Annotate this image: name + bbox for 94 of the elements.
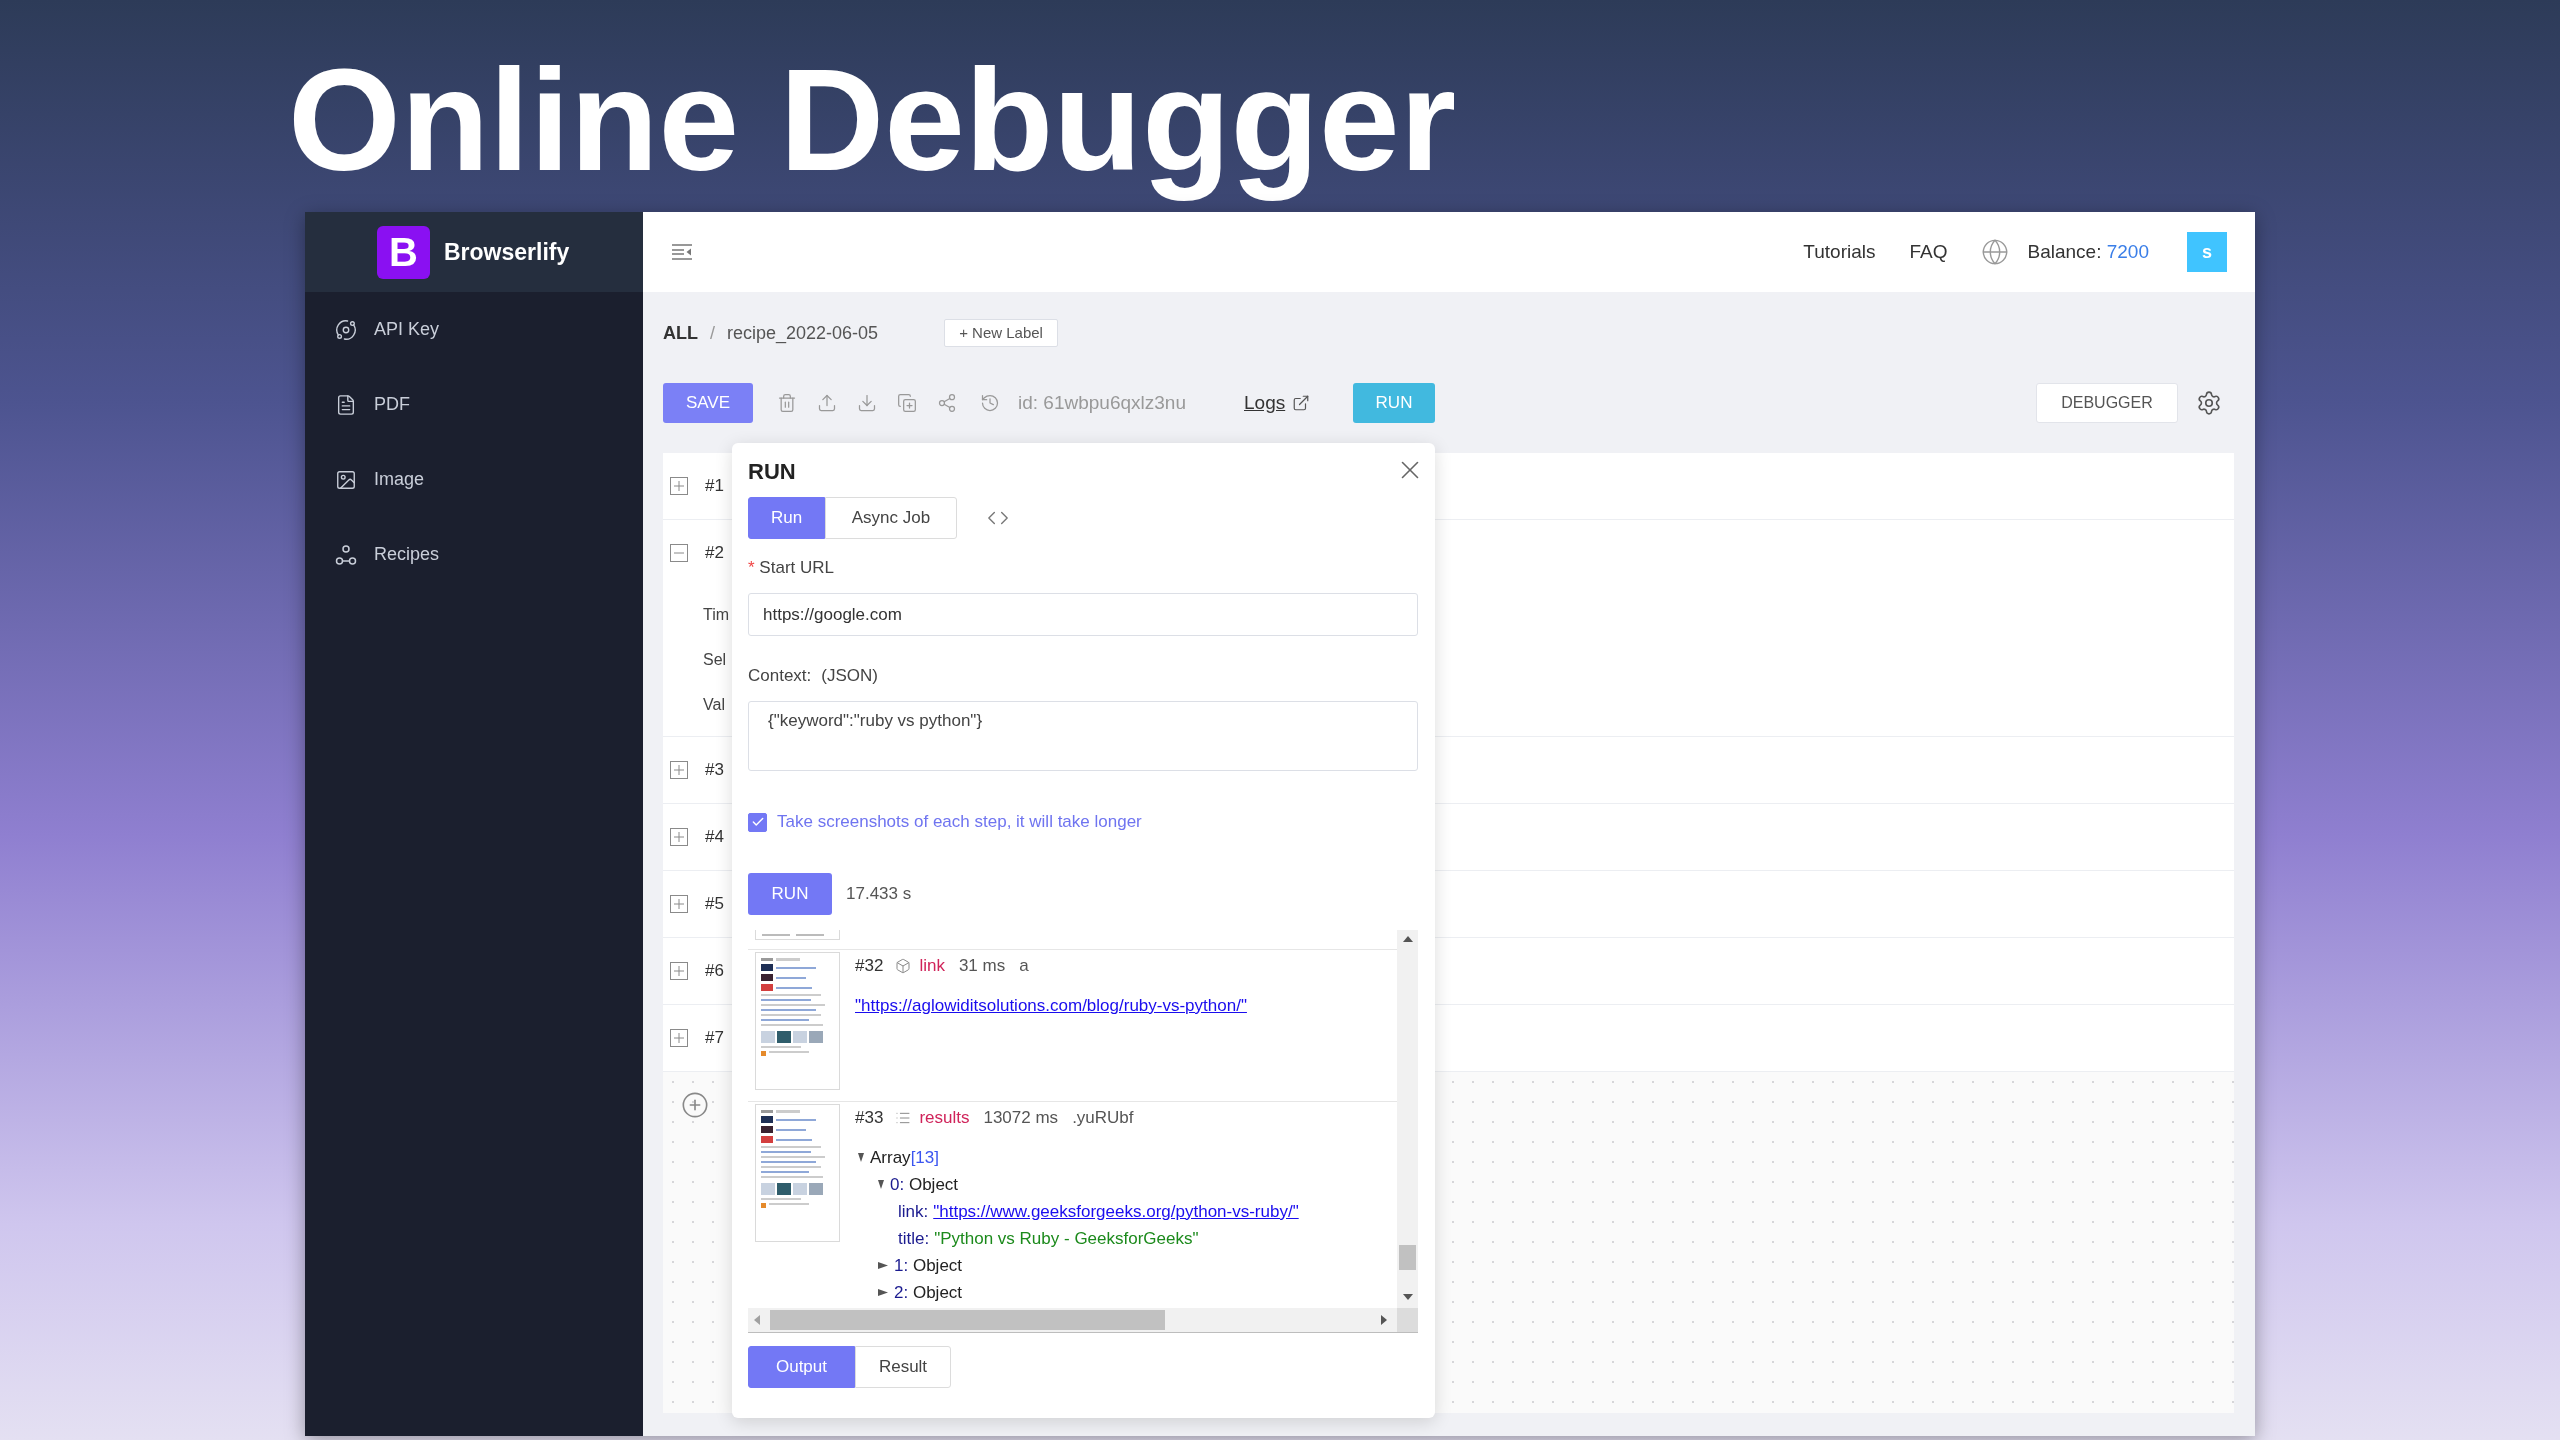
- selector-text: a: [1019, 954, 1029, 977]
- dialog-title: RUN: [748, 457, 796, 486]
- run-button[interactable]: RUN: [748, 873, 832, 915]
- tab[interactable]: Async Job: [825, 497, 957, 539]
- tree-node-label: 1: Object: [894, 1254, 963, 1277]
- three-circles-icon: [335, 543, 357, 566]
- tab[interactable]: Output: [748, 1346, 855, 1388]
- tree-key: title:: [898, 1225, 930, 1252]
- sidebar-item[interactable]: PDF: [305, 367, 643, 442]
- new-label-button[interactable]: + New Label: [944, 319, 1058, 347]
- tree-key: link:: [898, 1198, 929, 1225]
- menu-icon[interactable]: [672, 244, 692, 260]
- field-name: Tim: [703, 604, 730, 625]
- plus-square-icon[interactable]: [670, 761, 688, 779]
- orbit-icon: [335, 318, 357, 341]
- step-label: #2: [705, 542, 724, 565]
- scroll-right-arrow-icon[interactable]: [1381, 1315, 1387, 1325]
- external-link-icon: [1292, 394, 1311, 412]
- selector-text: .yuRUbf: [1072, 1106, 1134, 1129]
- tree-node-label: 2: Object: [894, 1281, 963, 1304]
- breadcrumb-link[interactable]: ALL: [663, 319, 698, 347]
- image-icon: [335, 468, 357, 491]
- sidebar-item[interactable]: Image: [305, 442, 643, 517]
- result-link[interactable]: "https://www.geeksforgeeks.org/python-vs-ruby/": [933, 1198, 1299, 1225]
- nav-link[interactable]: Tutorials: [1803, 237, 1876, 267]
- check-icon: [750, 815, 765, 829]
- field-label: Context: (JSON): [748, 665, 878, 688]
- download-icon[interactable]: [857, 393, 877, 413]
- plus-square-icon[interactable]: [670, 895, 688, 913]
- checkbox-label: Take screenshots of each step, it will take longer: [777, 811, 1142, 834]
- triangle-down-icon[interactable]: [858, 1153, 864, 1162]
- brand-name: Browserlify: [444, 237, 570, 267]
- breadcrumb-current: recipe_2022-06-05: [727, 321, 879, 346]
- horizontal-scrollbar[interactable]: [748, 1308, 1397, 1332]
- triangle-right-icon[interactable]: [878, 1262, 888, 1269]
- sidebar-item[interactable]: API Key: [305, 292, 643, 367]
- tab[interactable]: Result: [855, 1346, 951, 1388]
- globe-icon[interactable]: [1981, 238, 2010, 266]
- url-input[interactable]: https://google.com: [748, 593, 1418, 636]
- share-icon[interactable]: [937, 393, 957, 413]
- context-textarea[interactable]: {"keyword":"ruby vs python"}: [748, 701, 1418, 771]
- step-label: #7: [705, 1027, 724, 1050]
- cube-icon: [895, 957, 912, 974]
- scrollbar-corner: [1397, 1308, 1418, 1332]
- duration-text: 13072 ms: [983, 1106, 1059, 1129]
- plus-square-icon[interactable]: [670, 1029, 688, 1047]
- minus-square-icon[interactable]: [670, 544, 688, 562]
- scrollbar-thumb[interactable]: [1399, 1245, 1416, 1270]
- recipe-id-text: id: 61wbpu6qxlz3nu: [1018, 390, 1186, 415]
- upload-icon[interactable]: [817, 393, 837, 413]
- scroll-up-arrow-icon[interactable]: [1402, 936, 1413, 942]
- scroll-down-arrow-icon[interactable]: [1402, 1294, 1413, 1300]
- field-name: Val: [703, 694, 725, 715]
- triangle-down-icon[interactable]: [878, 1180, 884, 1189]
- action-name: link: [919, 954, 945, 977]
- tree-node-label: Array[13]: [870, 1146, 939, 1169]
- scroll-left-arrow-icon[interactable]: [754, 1315, 760, 1325]
- settings-icon[interactable]: [2196, 390, 2222, 416]
- step-label: #1: [705, 475, 724, 498]
- balance-text: Balance: 7200: [2027, 239, 2149, 264]
- tab[interactable]: Run: [748, 497, 825, 539]
- duration-text: 31 ms: [958, 954, 1006, 977]
- breadcrumb-separator: /: [710, 321, 715, 345]
- logo: B: [377, 225, 430, 279]
- triangle-right-icon[interactable]: [878, 1289, 888, 1296]
- copy-plus-icon[interactable]: [897, 393, 917, 413]
- plus-square-icon[interactable]: [670, 477, 688, 495]
- history-icon[interactable]: [980, 393, 1000, 413]
- step-label: #3: [705, 759, 724, 782]
- nav-link[interactable]: FAQ: [1909, 237, 1948, 267]
- step-number: #33: [855, 1106, 884, 1129]
- step-number: #32: [855, 954, 884, 977]
- field-name: Sel: [703, 649, 727, 670]
- field-label: * Start URL: [748, 557, 834, 580]
- step-label: #4: [705, 826, 724, 849]
- step-label: #5: [705, 893, 724, 916]
- tree-node-label: 0: Object: [890, 1173, 959, 1196]
- trash-icon[interactable]: [777, 393, 797, 413]
- step-label: #6: [705, 960, 724, 983]
- sidebar-item[interactable]: Recipes: [305, 517, 643, 592]
- elapsed-time-text: 17.433 s: [846, 883, 912, 906]
- result-link[interactable]: "https://aglowiditsolutions.com/blog/ruby-vs-python/": [855, 992, 1247, 1019]
- debugger-button[interactable]: DEBUGGER: [2036, 383, 2178, 423]
- scrollbar-thumb[interactable]: [770, 1310, 1165, 1330]
- plus-square-icon[interactable]: [670, 828, 688, 846]
- action-name: results: [919, 1106, 970, 1129]
- add-step-icon[interactable]: [681, 1091, 709, 1119]
- plus-square-icon[interactable]: [670, 962, 688, 980]
- vertical-scrollbar[interactable]: [1397, 930, 1418, 1308]
- logs-link[interactable]: Logs: [1244, 388, 1311, 418]
- string-value: "Python vs Ruby - GeeksforGeeks": [934, 1227, 1199, 1250]
- document-icon: [335, 393, 357, 416]
- page-headline: Online Debugger: [288, 38, 1457, 203]
- checkbox[interactable]: [748, 812, 767, 832]
